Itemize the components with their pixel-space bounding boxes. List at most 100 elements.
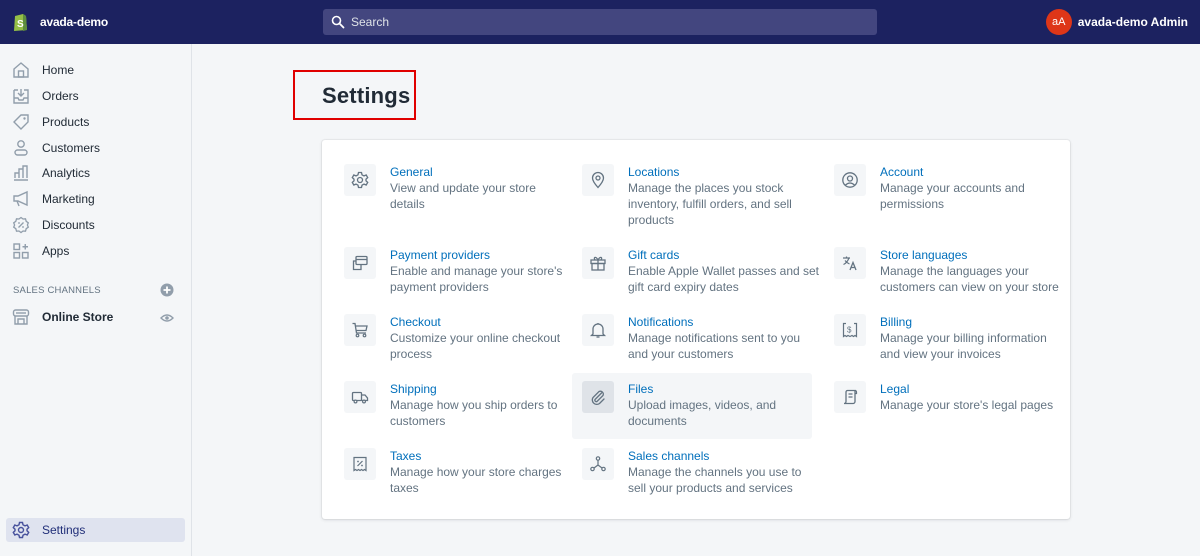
setting-title-link[interactable]: Sales channels [628,448,801,464]
setting-description: Manage your billing information and view … [880,330,1047,362]
setting-description: Manage the languages your customers can v… [880,263,1059,295]
legal-scroll-icon [834,381,866,413]
tax-receipt-icon [344,448,376,480]
sidebar-item-label: Products [42,115,90,129]
setting-title-link[interactable]: Shipping [390,381,557,397]
megaphone-icon [12,190,30,208]
setting-description: Manage how you ship orders to customers [390,397,557,429]
setting-description-line: Manage your store's legal pages [880,398,1054,412]
search-input[interactable] [351,15,851,29]
search-icon [331,15,345,29]
setting-title-link[interactable]: Store languages [880,247,1059,263]
location-pin-icon [582,164,614,196]
orders-icon [12,87,30,105]
setting-payment-providers[interactable]: Payment providers Enable and manage your… [344,247,562,295]
store-icon [12,308,30,326]
sidebar-item-products[interactable]: Products [6,110,185,134]
setting-description-line: customers can view on your store [880,280,1059,294]
add-sales-channel-icon[interactable] [160,283,174,297]
bar-chart-icon [12,164,30,182]
setting-title-link[interactable]: Billing [880,314,1047,330]
setting-description: Upload images, videos, and documents [628,397,776,429]
sidebar-item-label: Customers [42,141,101,155]
user-name: avada-demo Admin [1077,15,1188,29]
sidebar-item-label: Analytics [42,166,91,180]
setting-title-link[interactable]: Payment providers [390,247,562,263]
setting-description-line: Upload images, videos, and [628,398,777,412]
user-menu[interactable]: aA avada-demo Admin [1045,0,1188,44]
search-bar[interactable] [323,9,877,35]
shopify-logo-icon: S [14,14,27,31]
setting-description: Manage notifications sent to you and your… [628,330,800,362]
setting-title-link[interactable]: Notifications [628,314,800,330]
setting-store-languages[interactable]: Store languages Manage the languages you… [834,247,1059,295]
view-store-eye-icon[interactable] [160,311,174,325]
sidebar-item-home[interactable]: Home [6,58,185,82]
setting-general[interactable]: General View and update your store detail… [344,164,536,212]
sidebar-item-settings[interactable]: Settings [6,518,185,542]
setting-description-line: customers [390,414,446,428]
sidebar-item-label: Settings [42,523,86,537]
svg-text:$: $ [847,326,852,335]
sales-channels-heading: SALES CHANNELS [13,285,101,296]
setting-sales-channels[interactable]: Sales channels Manage the channels you u… [582,448,801,496]
setting-locations[interactable]: Locations Manage the places you stock inv… [582,164,792,228]
bell-icon [582,314,614,346]
setting-description: Customize your online checkout process [390,330,560,362]
cart-icon [344,314,376,346]
store-brand[interactable]: S avada-demo [12,0,108,44]
setting-description: Enable and manage your store's payment pr… [390,263,562,295]
setting-title-link[interactable]: Checkout [390,314,560,330]
sidebar-item-discounts[interactable]: Discounts [6,213,185,237]
setting-description-line: Enable Apple Wallet passes and set [628,264,820,278]
setting-title-link[interactable]: Taxes [390,448,561,464]
account-icon [834,164,866,196]
gear-icon [12,521,30,539]
setting-title-link[interactable]: Legal [880,381,1053,397]
tag-icon [12,113,30,131]
setting-title-link[interactable]: Gift cards [628,247,819,263]
setting-description-line: and view your invoices [880,347,1001,361]
settings-card: General View and update your store detail… [322,140,1070,519]
setting-legal[interactable]: Legal Manage your store's legal pages [834,381,1053,413]
setting-description-line: products [628,213,675,227]
page-title: Settings [322,83,411,108]
setting-files[interactable]: Files Upload images, videos, and document… [572,373,812,439]
sidebar-item-label: Online Store [42,310,114,324]
setting-description-line: inventory, fulfill orders, and sell [628,197,792,211]
person-icon [12,139,30,157]
sidebar-item-label: Apps [42,244,70,258]
sidebar-item-analytics[interactable]: Analytics [6,161,185,185]
sidebar-item-orders[interactable]: Orders [6,84,185,108]
setting-billing[interactable]: $ Billing Manage your billing informatio… [834,314,1047,362]
setting-description-line: permissions [880,197,945,211]
setting-taxes[interactable]: Taxes Manage how your store charges taxes [344,448,561,496]
setting-title-link[interactable]: Locations [628,164,792,180]
setting-checkout[interactable]: Checkout Customize your online checkout p… [344,314,560,362]
setting-account[interactable]: Account Manage your accounts and permissi… [834,164,1025,212]
setting-gift-cards[interactable]: Gift cards Enable Apple Wallet passes an… [582,247,819,295]
setting-description: View and update your store details [390,180,536,212]
sidebar-item-customers[interactable]: Customers [6,136,185,160]
setting-title-link[interactable]: General [390,164,536,180]
setting-description-line: Manage your billing information [880,331,1047,345]
sidebar-item-apps[interactable]: Apps [6,239,185,263]
setting-shipping[interactable]: Shipping Manage how you ship orders to cu… [344,381,557,429]
discount-icon [12,216,30,234]
setting-description-line: Manage how you ship orders to [390,398,558,412]
truck-icon [344,381,376,413]
translate-icon [834,247,866,279]
avatar: aA [1045,9,1072,35]
sidebar-item-online-store[interactable]: Online Store [6,305,146,329]
sidebar-item-label: Home [42,63,75,77]
home-icon [12,61,30,79]
setting-description: Manage your store's legal pages [880,397,1053,413]
sidebar-item-marketing[interactable]: Marketing [6,187,185,211]
setting-notifications[interactable]: Notifications Manage notifications sent … [582,314,800,362]
apps-icon [12,242,30,260]
setting-description: Enable Apple Wallet passes and set gift c… [628,263,819,295]
setting-description-line: payment providers [390,280,489,294]
setting-title-link[interactable]: Files [628,381,776,397]
setting-title-link[interactable]: Account [880,164,1025,180]
store-name: avada-demo [40,15,109,29]
